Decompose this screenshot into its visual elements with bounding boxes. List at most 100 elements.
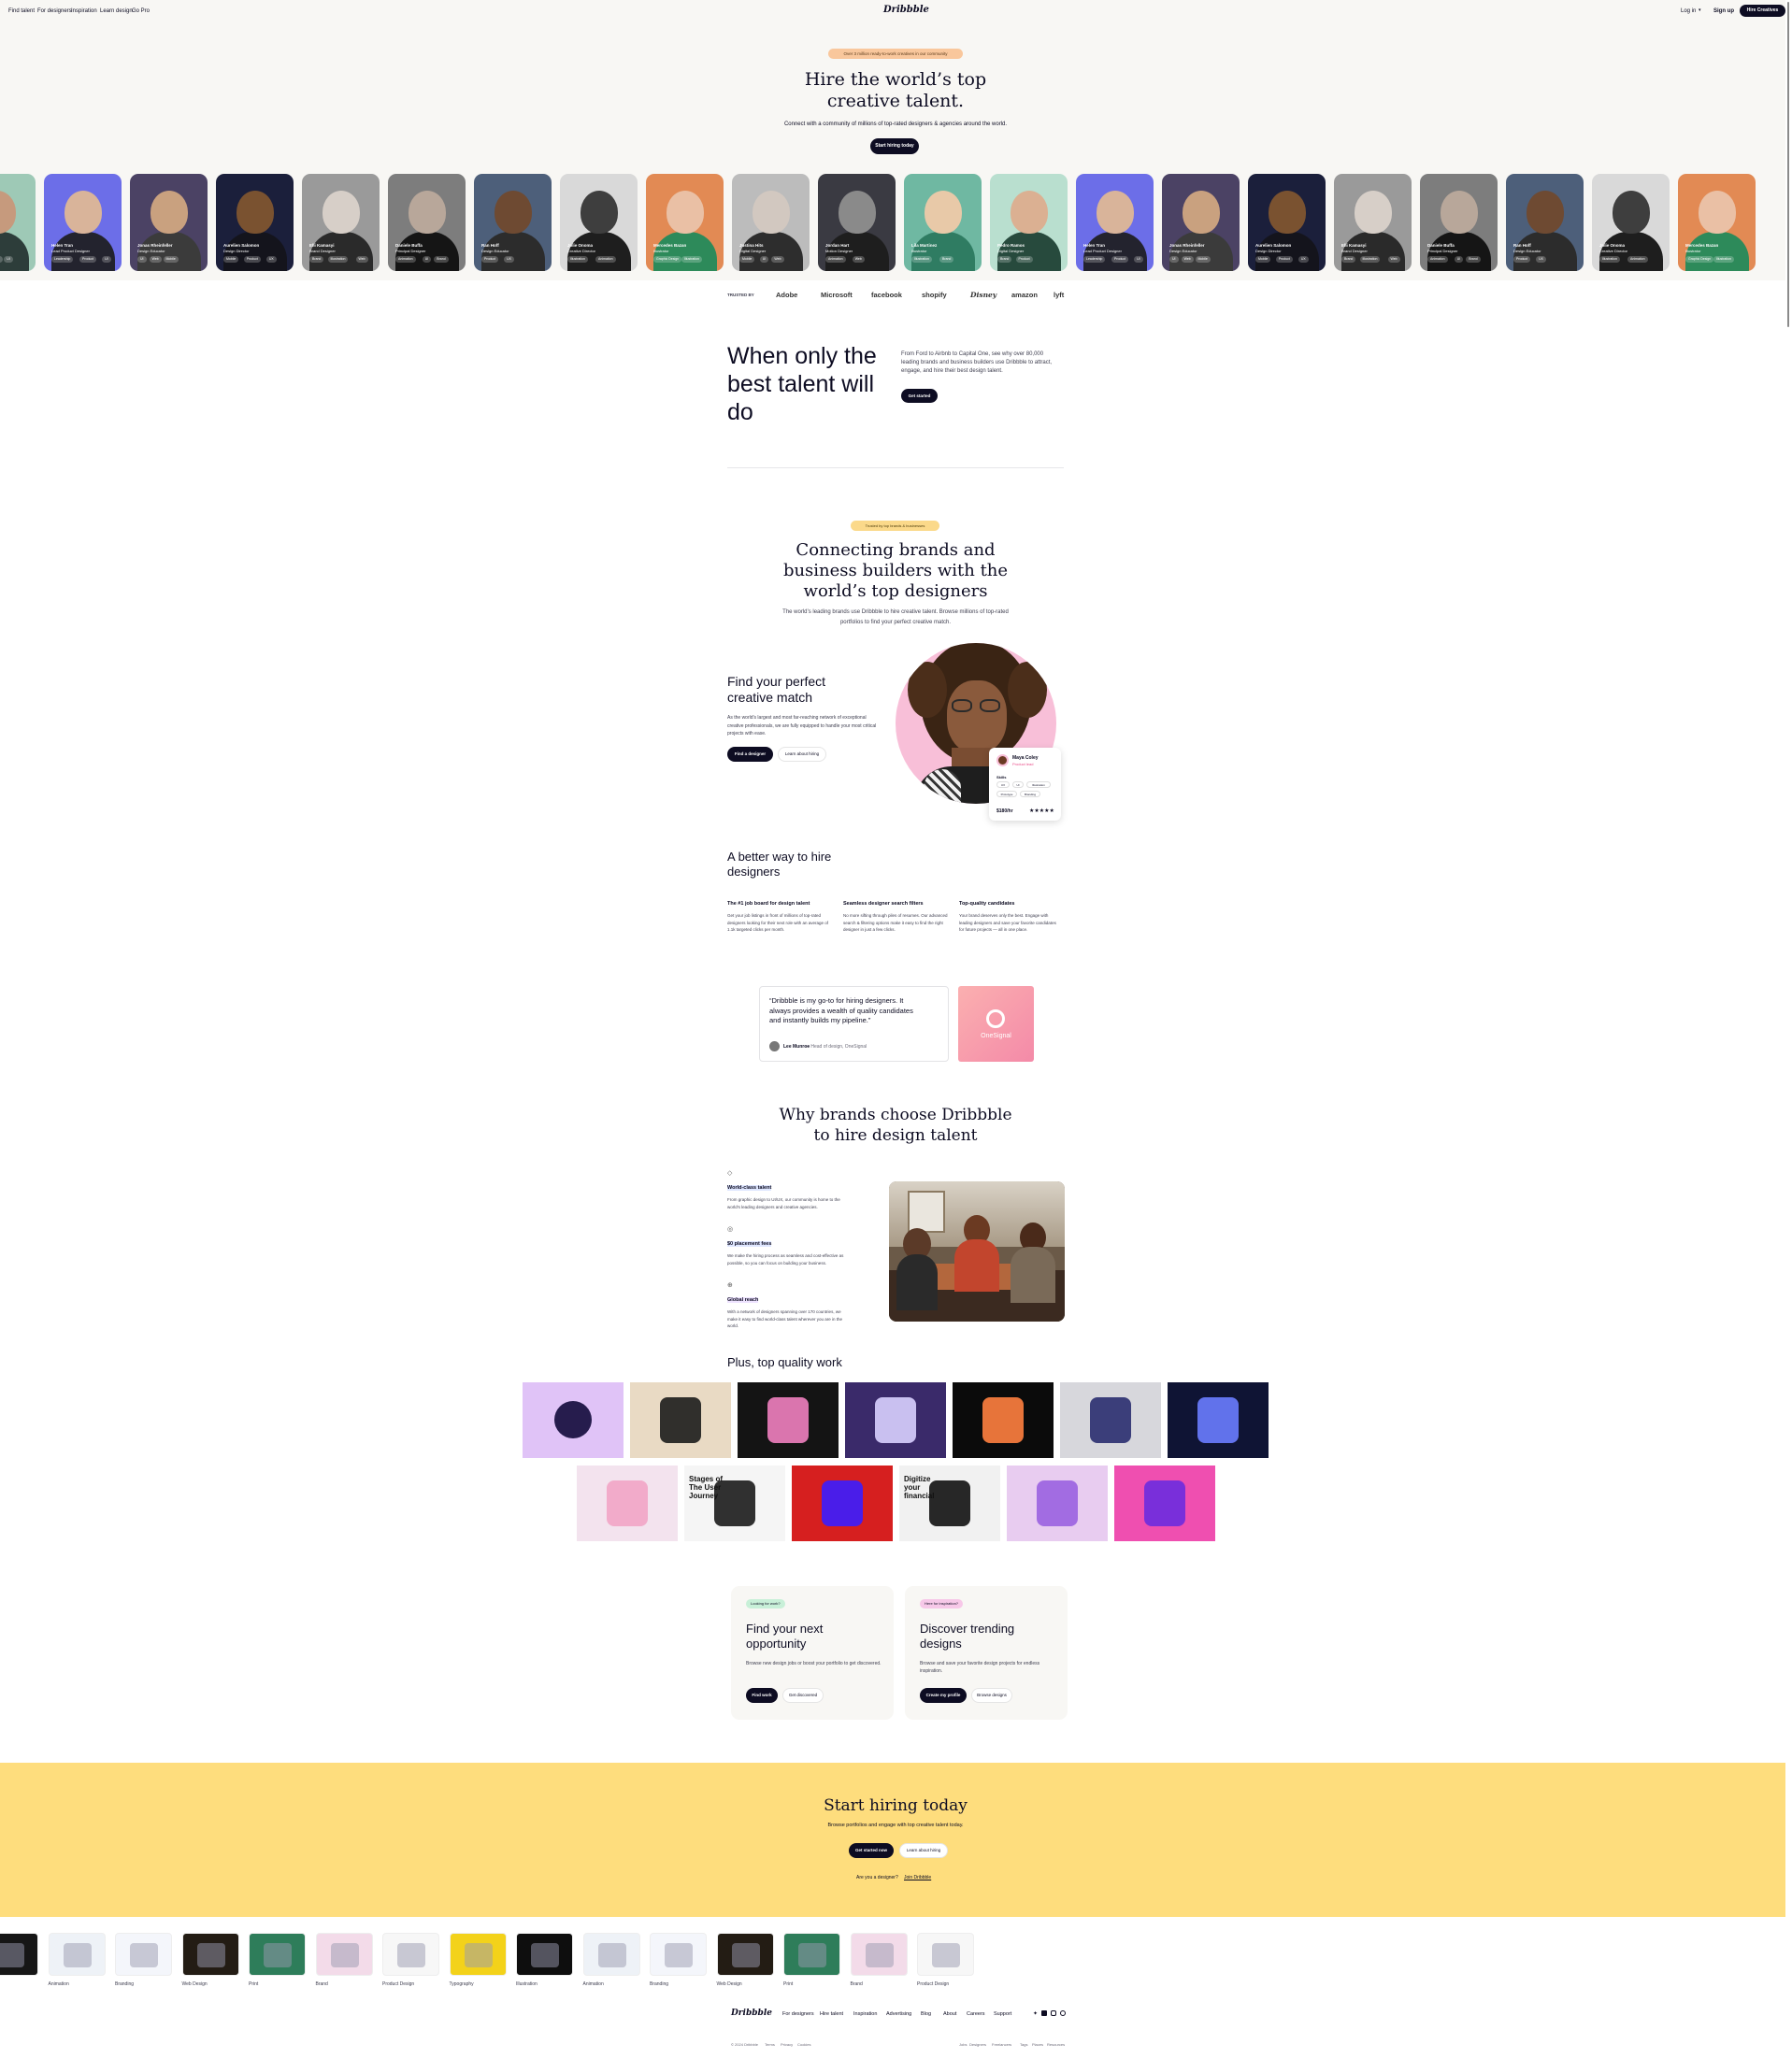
- shot-thumbnail[interactable]: Digitize your financial: [899, 1466, 1000, 1541]
- designer-card[interactable]: Felipe OrtizArt DirectorBrandingWebUI: [0, 174, 36, 271]
- quote-line: always provides a wealth of quality cand…: [769, 1006, 913, 1015]
- get-discovered-button[interactable]: Get discovered: [782, 1688, 824, 1703]
- category-tile[interactable]: [650, 1933, 707, 1976]
- why-item-title: Global reach: [727, 1297, 759, 1303]
- nav-go-pro[interactable]: Go Pro: [132, 8, 150, 14]
- instagram-icon[interactable]: [1051, 2010, 1056, 2016]
- learn-hiring-button[interactable]: Learn about hiring: [778, 747, 826, 762]
- designer-card[interactable]: Ran Hoff Design Educator Product UX: [474, 174, 552, 271]
- designer-card[interactable]: Aurelien Salomon Design Director Mobile Pro…: [216, 174, 294, 271]
- find-designer-button[interactable]: Find a designer: [727, 747, 773, 762]
- designer-card[interactable]: Daniele Buffa Principal Designer Animation…: [388, 174, 466, 271]
- nav-for-designers[interactable]: For designers: [37, 8, 72, 14]
- category-tile[interactable]: [716, 1933, 774, 1976]
- get-started-button[interactable]: Get started: [901, 389, 938, 403]
- category-tile[interactable]: [48, 1933, 106, 1976]
- designer-card[interactable]: Jonas Rheinfeller Design Educator UI Web Mob…: [1162, 174, 1240, 271]
- bottom-link[interactable]: Jobs: [959, 2042, 967, 2047]
- designer-card[interactable]: Helen Tran Lead Product Designer Leadershi…: [44, 174, 122, 271]
- designer-card[interactable]: Pedro Ramos Digital Designer Brand Product: [990, 174, 1068, 271]
- designer-card[interactable]: Lila Martinez Illustrator Illustration Bran…: [904, 174, 982, 271]
- designer-card[interactable]: Aurelien Salomon Design Director Mobile Pro…: [1248, 174, 1326, 271]
- shot-thumbnail[interactable]: [845, 1382, 946, 1458]
- category-tile[interactable]: [449, 1933, 507, 1976]
- signup-link[interactable]: Sign up: [1713, 8, 1734, 14]
- facebook-icon[interactable]: [1041, 2010, 1047, 2016]
- category-tile[interactable]: [249, 1933, 306, 1976]
- category-tile[interactable]: [315, 1933, 373, 1976]
- category-tile[interactable]: [783, 1933, 840, 1976]
- bottom-link[interactable]: Designers: [969, 2042, 986, 2047]
- shot-thumbnail[interactable]: [577, 1466, 678, 1541]
- legal-link[interactable]: Privacy: [781, 2042, 793, 2047]
- designer-tag: Product: [481, 256, 499, 263]
- shot-thumbnail[interactable]: [953, 1382, 1054, 1458]
- legal-link[interactable]: Terms: [765, 2042, 775, 2047]
- footer-link[interactable]: Blog: [921, 2011, 931, 2017]
- category-tile[interactable]: [382, 1933, 439, 1976]
- shot-thumbnail[interactable]: [1007, 1466, 1108, 1541]
- footer-link[interactable]: Hire talent: [820, 2011, 843, 2017]
- shot-thumbnail[interactable]: [738, 1382, 839, 1458]
- bottom-link[interactable]: Tags: [1020, 2042, 1027, 2047]
- designer-card[interactable]: Mercedes Bazan Illustrator Graphic Design I…: [646, 174, 724, 271]
- shot-thumbnail[interactable]: [1060, 1382, 1161, 1458]
- shot-thumbnail[interactable]: [792, 1466, 893, 1541]
- card-title-line1: Discover trending: [920, 1622, 1015, 1636]
- create-profile-button[interactable]: Create my profile: [920, 1688, 967, 1703]
- hire-creatives-button[interactable]: Hire Creatives: [1740, 5, 1785, 17]
- designer-card[interactable]: Jolie Onoma Creative Director Illustration…: [1592, 174, 1670, 271]
- legal-link[interactable]: Cookies: [797, 2042, 810, 2047]
- footer-logo[interactable]: Dribbble: [731, 2009, 772, 2018]
- category-tile[interactable]: [516, 1933, 573, 1976]
- designer-card[interactable]: Justina Hits Digital Designer Mobile UI Web: [732, 174, 810, 271]
- designer-card[interactable]: Jordan Hart Motion Designer Animation Web: [818, 174, 896, 271]
- designer-card[interactable]: Helen Tran Lead Product Designer Leadershi…: [1076, 174, 1154, 271]
- bottom-link[interactable]: Places: [1032, 2042, 1043, 2047]
- brand-logo[interactable]: Dribbble: [883, 5, 929, 15]
- chevron-down-icon[interactable]: ▾: [1699, 7, 1701, 13]
- category-tile[interactable]: [181, 1933, 239, 1976]
- join-dribbble-link[interactable]: Join Dribbble: [904, 1875, 931, 1880]
- designer-card[interactable]: Elli Kamasyi Brand Designer Brand Illustrat…: [1334, 174, 1412, 271]
- shot-thumbnail[interactable]: [1168, 1382, 1269, 1458]
- twitter-icon[interactable]: ✦: [1033, 2010, 1038, 2017]
- nav-learn-design[interactable]: Learn design: [100, 8, 133, 14]
- scrollbar-thumb[interactable]: [1787, 2, 1789, 327]
- category-tile[interactable]: [850, 1933, 908, 1976]
- footer-link[interactable]: For designers: [782, 2011, 814, 2017]
- shot-thumbnail[interactable]: [630, 1382, 731, 1458]
- start-hiring-button[interactable]: Start hiring today: [870, 138, 919, 154]
- shot-thumbnail[interactable]: [1114, 1466, 1215, 1541]
- footer-link[interactable]: Support: [994, 2011, 1011, 2017]
- find-work-button[interactable]: Find work: [746, 1688, 778, 1703]
- category-tile[interactable]: [0, 1933, 38, 1976]
- footer-link[interactable]: Advertising: [886, 2011, 911, 2017]
- bottom-link[interactable]: Resources: [1047, 2042, 1065, 2047]
- shot-thumbnail[interactable]: [523, 1382, 624, 1458]
- bottom-link[interactable]: Freelancers: [992, 2042, 1011, 2047]
- shot-thumbnail[interactable]: Stages of The User Journey: [684, 1466, 785, 1541]
- browse-designs-button[interactable]: Browse designs: [971, 1688, 1012, 1703]
- footer-link[interactable]: Careers: [967, 2011, 985, 2017]
- designer-card[interactable]: Jolie Onoma Creative Director Illustration…: [560, 174, 638, 271]
- pinterest-icon[interactable]: [1060, 2010, 1066, 2016]
- learn-about-hiring-button[interactable]: Learn about hiring: [899, 1843, 948, 1858]
- login-link[interactable]: Log in: [1681, 8, 1696, 14]
- category-tile[interactable]: [115, 1933, 172, 1976]
- designer-card[interactable]: Mercedes Bazan Illustrator Graphic Design I…: [1678, 174, 1756, 271]
- category-tile[interactable]: [582, 1933, 640, 1976]
- footer-link[interactable]: About: [943, 2011, 956, 2017]
- profile-card[interactable]: Maya Coley Product lead Skills UX UI Ill…: [989, 748, 1061, 821]
- designer-card[interactable]: Elli Kamasyi Brand Designer Brand Illustrat…: [302, 174, 380, 271]
- designer-tag: Brand: [1341, 256, 1356, 263]
- nav-inspiration[interactable]: Inspiration: [71, 8, 97, 14]
- nav-find-talent[interactable]: Find talent: [8, 8, 35, 14]
- footer-link[interactable]: Inspiration: [853, 2011, 877, 2017]
- category-tile[interactable]: [917, 1933, 974, 1976]
- scrollbar-track[interactable]: [1785, 0, 1792, 2059]
- get-started-now-button[interactable]: Get started now: [849, 1843, 894, 1858]
- designer-card[interactable]: Ran Hoff Design Educator Product UX: [1506, 174, 1584, 271]
- designer-card[interactable]: Jonas Rheinfeller Design Educator UI Web Mob…: [130, 174, 208, 271]
- designer-card[interactable]: Daniele Buffa Principal Designer Animation…: [1420, 174, 1498, 271]
